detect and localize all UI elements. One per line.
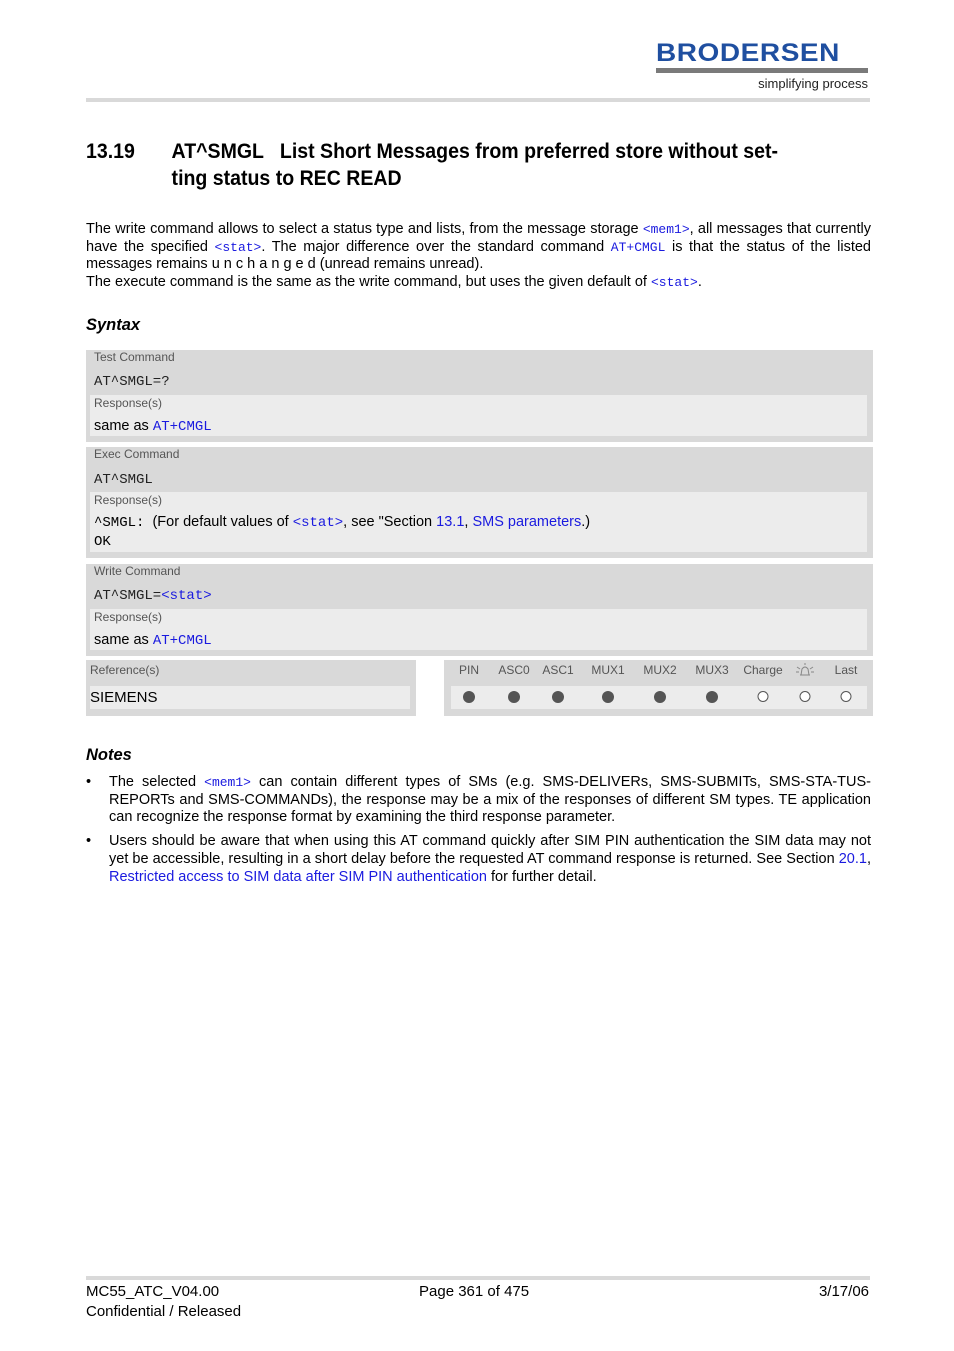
footer-page-number: Page 361 of 475: [419, 1283, 530, 1300]
sms-parameters-link[interactable]: SMS parameters: [472, 514, 581, 530]
flag-header-mux3: MUX3: [695, 663, 729, 677]
exec-response-text: ^SMGL: (For default values of <stat>, se…: [94, 514, 590, 531]
flag-indicator-mux2: [654, 691, 666, 703]
intro-text: The write command allows to select a sta…: [86, 221, 871, 292]
note-text-part: for further detail.: [486, 868, 597, 885]
intro-text-part: The execute command is the same as the w…: [86, 274, 651, 291]
response-label: Response(s): [94, 396, 163, 410]
response-text-part: .): [581, 514, 591, 530]
flag-header-last: Last: [834, 663, 858, 677]
flag-header-mux2: MUX2: [643, 663, 677, 677]
heading-line-2: ting status to REC READ: [171, 167, 402, 190]
section-20-1-link[interactable]: 20.1: [839, 851, 867, 867]
stat-link[interactable]: <stat>: [651, 275, 698, 290]
note-text-part: The selected: [109, 774, 205, 790]
response-prefix: same as: [94, 418, 153, 434]
at-cmgl-link[interactable]: AT+CMGL: [611, 240, 666, 255]
test-response-text: same as AT+CMGL: [94, 418, 212, 435]
flag-indicator-mux3: [706, 691, 718, 703]
flag-indicator-charge: [757, 691, 769, 702]
flag-indicator-mux1: [602, 691, 614, 703]
syntax-heading: Syntax: [86, 316, 141, 334]
flag-indicator-asc1: [552, 691, 564, 703]
flag-header-mux1: MUX1: [591, 663, 625, 677]
stat-link[interactable]: <stat>: [293, 515, 343, 531]
bullet: •: [86, 774, 92, 790]
test-response-box: Response(s) same as AT+CMGL: [90, 395, 867, 436]
brodersen-logo: BRODERSEN: [656, 39, 840, 67]
flag-indicator-last: [840, 691, 852, 702]
note-item: • The selected <mem1> can contain differ…: [86, 774, 871, 827]
footer-doc-id: MC55_ATC_V04.00: [86, 1283, 220, 1300]
flag-indicator-asc0: [508, 691, 520, 703]
alarm-icon: [795, 662, 815, 681]
test-command-box: Test Command AT^SMGL=? Response(s) same …: [86, 350, 873, 442]
command-prefix: AT^SMGL=: [94, 588, 162, 604]
write-response-text: same as AT+CMGL: [94, 632, 212, 649]
response-text-part: , see "Section: [343, 514, 437, 530]
heading-line-1: AT^SMGL List Short Messages from preferr…: [171, 140, 779, 163]
stat-link[interactable]: <stat>: [161, 588, 211, 604]
stat-link[interactable]: <stat>: [215, 240, 262, 255]
reference-box: Reference(s) SIEMENS: [86, 660, 416, 716]
response-label: Response(s): [94, 493, 163, 507]
reference-value: SIEMENS: [90, 686, 410, 709]
at-cmgl-link[interactable]: AT+CMGL: [153, 419, 212, 435]
exec-command-label: Exec Command: [94, 447, 180, 461]
mem1-link[interactable]: <mem1>: [643, 222, 690, 237]
flag-header-asc1: ASC1: [542, 663, 574, 677]
response-prefix: same as: [94, 632, 153, 648]
footer-divider: [86, 1276, 870, 1280]
section-heading: 13.19 AT^SMGL List Short Messages from pr…: [86, 138, 830, 192]
notes-list: • The selected <mem1> can contain differ…: [86, 774, 871, 892]
exec-command-text: AT^SMGL: [94, 472, 153, 488]
write-response-box: Response(s) same as AT+CMGL: [90, 609, 867, 650]
flag-header-pin: PIN: [458, 663, 480, 677]
notes-heading: Notes: [86, 746, 132, 764]
note-text-part: ,: [866, 850, 871, 867]
mem1-link[interactable]: <mem1>: [204, 775, 251, 790]
exec-response-box: Response(s) ^SMGL: (For default values o…: [90, 492, 867, 552]
section-number: 13.19: [86, 140, 135, 163]
response-label: Response(s): [94, 610, 163, 624]
logo-tagline: simplifying process: [758, 76, 868, 91]
flag-indicator-alarm-icon: [799, 691, 811, 702]
bullet: •: [86, 833, 92, 850]
section-13-1-link[interactable]: 13.1: [436, 514, 464, 530]
flag-header-asc0: ASC0: [498, 663, 530, 677]
exec-command-box: Exec Command AT^SMGL Response(s) ^SMGL: …: [86, 447, 873, 558]
reference-label: Reference(s): [90, 663, 160, 677]
write-command-box: Write Command AT^SMGL=<stat> Response(s)…: [86, 564, 873, 656]
note-item: • Users should be aware that when using …: [86, 833, 871, 886]
test-command-label: Test Command: [94, 350, 175, 364]
intro-text-part: . The major difference over the standard…: [261, 238, 611, 255]
flag-header-charge: Charge: [743, 663, 783, 677]
response-code: ^SMGL:: [94, 515, 145, 531]
footer-classification: Confidential / Released: [86, 1303, 242, 1320]
response-text-part: (For default values of: [144, 514, 293, 530]
note-text-part: Users should be aware that when using th…: [109, 833, 871, 867]
write-command-label: Write Command: [94, 564, 181, 578]
intro-text-part: .: [697, 274, 702, 291]
header-divider: [86, 98, 870, 102]
at-cmgl-link[interactable]: AT+CMGL: [153, 633, 212, 649]
flag-indicator-pin: [463, 691, 475, 703]
test-command-text: AT^SMGL=?: [94, 374, 170, 390]
write-command-text: AT^SMGL=<stat>: [94, 588, 212, 604]
footer-date: 3/17/06: [818, 1283, 869, 1300]
logo-underline: [656, 68, 868, 73]
response-ok: OK: [94, 534, 111, 550]
intro-text-part: The write command allows to select a sta…: [86, 221, 643, 237]
flags-table: PIN ASC0 ASC1 MUX1 MUX2 MUX3 Charge Last: [444, 660, 873, 716]
restricted-access-link[interactable]: Restricted access to SIM data after SIM …: [109, 869, 487, 885]
